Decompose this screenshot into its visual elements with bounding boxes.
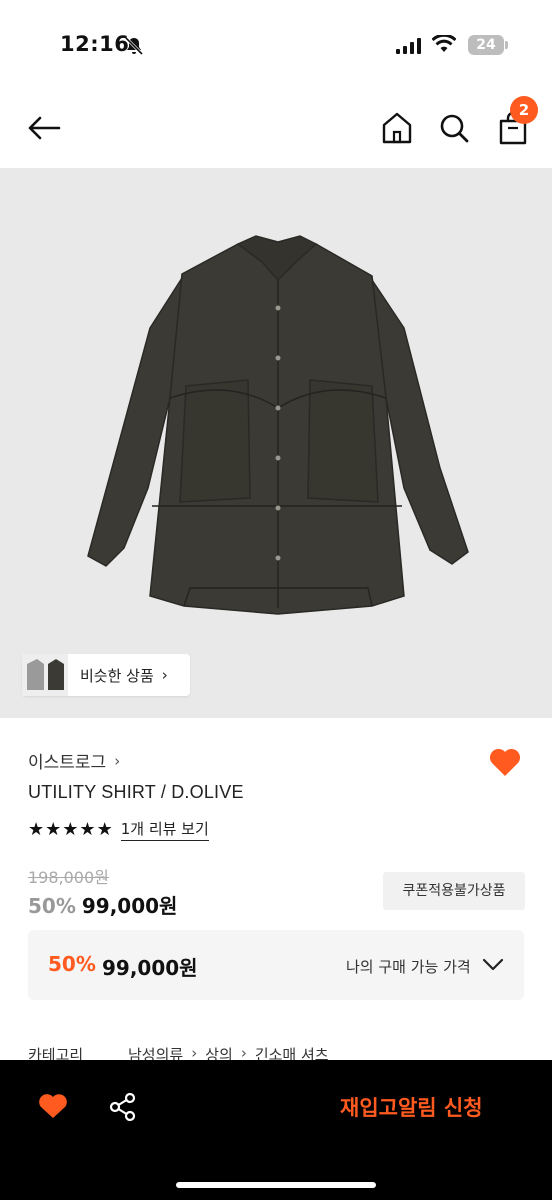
rating-stars: ★ ★ ★ ★ ★ bbox=[28, 819, 113, 841]
cart-badge: 2 bbox=[510, 96, 538, 124]
star-icon: ★ bbox=[28, 818, 45, 840]
chevron-right-icon: › bbox=[114, 751, 121, 770]
star-icon: ★ bbox=[96, 818, 113, 840]
back-button[interactable] bbox=[24, 108, 64, 148]
status-time: 12:16 bbox=[60, 32, 130, 56]
similar-products-button[interactable]: 비슷한 상품 › bbox=[22, 654, 190, 696]
rating-row: ★ ★ ★ ★ ★ 1개 리뷰 보기 bbox=[28, 818, 209, 841]
share-icon[interactable] bbox=[108, 1092, 138, 1122]
sale-price: 99,000원 bbox=[81, 894, 178, 918]
heart-icon[interactable] bbox=[488, 746, 522, 778]
price-row: 50% 99,000원 bbox=[28, 890, 177, 919]
coupon-tag: 쿠폰적용불가상품 bbox=[383, 872, 525, 910]
restock-alert-button[interactable]: 재입고알림 신청 bbox=[340, 1092, 483, 1122]
heart-icon[interactable] bbox=[38, 1092, 68, 1120]
similar-thumbnail bbox=[22, 654, 68, 696]
shirt-image bbox=[87, 235, 469, 615]
my-price-value: 99,000원 bbox=[102, 956, 198, 980]
my-price-dropdown[interactable]: 50% 99,000원 나의 구매 가능 가격 bbox=[28, 930, 524, 1000]
my-price-discount: 50% bbox=[48, 952, 96, 976]
star-icon: ★ bbox=[79, 818, 96, 840]
nav-header bbox=[0, 90, 552, 168]
bottom-action-bar: 재입고알림 신청 bbox=[0, 1060, 552, 1200]
discount-percent: 50% bbox=[28, 894, 76, 918]
wifi-icon bbox=[432, 35, 456, 52]
original-price: 198,000원 bbox=[28, 868, 109, 887]
product-image[interactable] bbox=[0, 168, 552, 718]
product-name: UTILITY SHIRT / D.OLIVE bbox=[28, 782, 244, 802]
battery-cap bbox=[505, 41, 508, 49]
home-indicator bbox=[176, 1182, 376, 1188]
back-arrow-icon bbox=[28, 116, 61, 140]
chevron-right-icon: › bbox=[161, 666, 168, 684]
home-icon[interactable] bbox=[380, 110, 414, 146]
my-price-label: 나의 구매 가능 가격 bbox=[346, 958, 471, 976]
review-link[interactable]: 1개 리뷰 보기 bbox=[120, 818, 209, 841]
search-icon[interactable] bbox=[437, 110, 471, 146]
status-bar: 12:16 24 bbox=[0, 0, 552, 90]
battery-icon: 24 bbox=[468, 35, 504, 55]
star-icon: ★ bbox=[45, 818, 62, 840]
brand-link[interactable]: 이스트로그 › bbox=[28, 748, 121, 774]
star-icon: ★ bbox=[62, 818, 79, 840]
chevron-down-icon bbox=[482, 958, 504, 971]
brand-name: 이스트로그 bbox=[28, 753, 107, 773]
bell-off-icon bbox=[124, 36, 144, 56]
signal-icon bbox=[396, 38, 421, 54]
similar-products-label: 비슷한 상품 bbox=[80, 666, 154, 685]
